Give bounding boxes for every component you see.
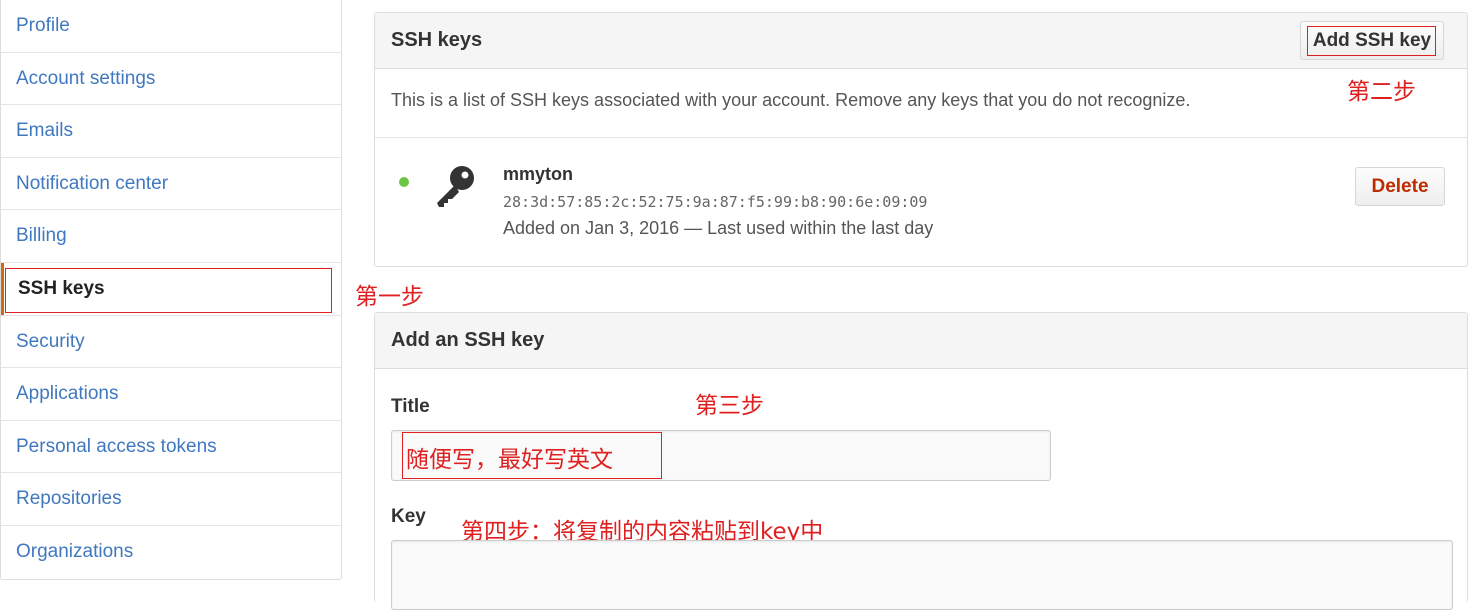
ssh-keys-header: SSH keys Add SSH key — [375, 13, 1467, 69]
add-ssh-key-title: Add an SSH key — [391, 329, 545, 351]
settings-sidebar: Profile Account settings Emails Notifica… — [0, 0, 342, 580]
sidebar-item-organizations[interactable]: Organizations — [1, 526, 341, 579]
sidebar-item-billing[interactable]: Billing — [1, 210, 341, 263]
sidebar-item-repositories[interactable]: Repositories — [1, 473, 341, 526]
ssh-keys-panel: SSH keys Add SSH key 第二步 This is a list … — [374, 12, 1468, 267]
divider — [375, 137, 1467, 138]
delete-key-button[interactable]: Delete — [1355, 167, 1445, 206]
step2-annotation: 第二步 — [1347, 79, 1416, 105]
add-ssh-key-panel: Add an SSH key Title 第三步 随便写，最好写英文 Key 第… — [374, 312, 1468, 610]
key-textarea[interactable] — [391, 540, 1453, 610]
sidebar-item-security[interactable]: Security — [1, 316, 341, 369]
key-status-dot — [399, 177, 409, 187]
title-input[interactable]: 随便写，最好写英文 — [391, 430, 1051, 481]
step3-annotation: 第三步 — [695, 393, 764, 419]
key-icon — [431, 163, 481, 209]
sidebar-item-notification-center[interactable]: Notification center — [1, 158, 341, 211]
sidebar-item-profile[interactable]: Profile — [1, 0, 341, 53]
add-ssh-key-button[interactable]: Add SSH key — [1300, 21, 1444, 60]
ssh-keys-description: This is a list of SSH keys associated wi… — [391, 90, 1191, 110]
step1-annotation: 第一步 — [355, 284, 424, 310]
ssh-keys-title: SSH keys — [391, 29, 483, 51]
sidebar-item-personal-access-tokens[interactable]: Personal access tokens — [1, 421, 341, 474]
sidebar-item-ssh-keys[interactable]: SSH keys — [1, 262, 341, 316]
add-ssh-key-header: Add an SSH key — [375, 313, 1467, 369]
title-input-value: 随便写，最好写英文 — [406, 447, 613, 473]
sidebar-item-applications[interactable]: Applications — [1, 368, 341, 421]
key-title: mmyton — [503, 164, 574, 184]
sidebar-item-account-settings[interactable]: Account settings — [1, 53, 341, 106]
key-label: Key — [391, 506, 426, 527]
key-added-info: Added on Jan 3, 2016 — Last used within … — [503, 218, 934, 238]
sidebar-item-emails[interactable]: Emails — [1, 105, 341, 158]
key-fingerprint: 28:3d:57:85:2c:52:75:9a:87:f5:99:b8:90:6… — [503, 193, 928, 211]
title-label: Title — [391, 396, 430, 417]
